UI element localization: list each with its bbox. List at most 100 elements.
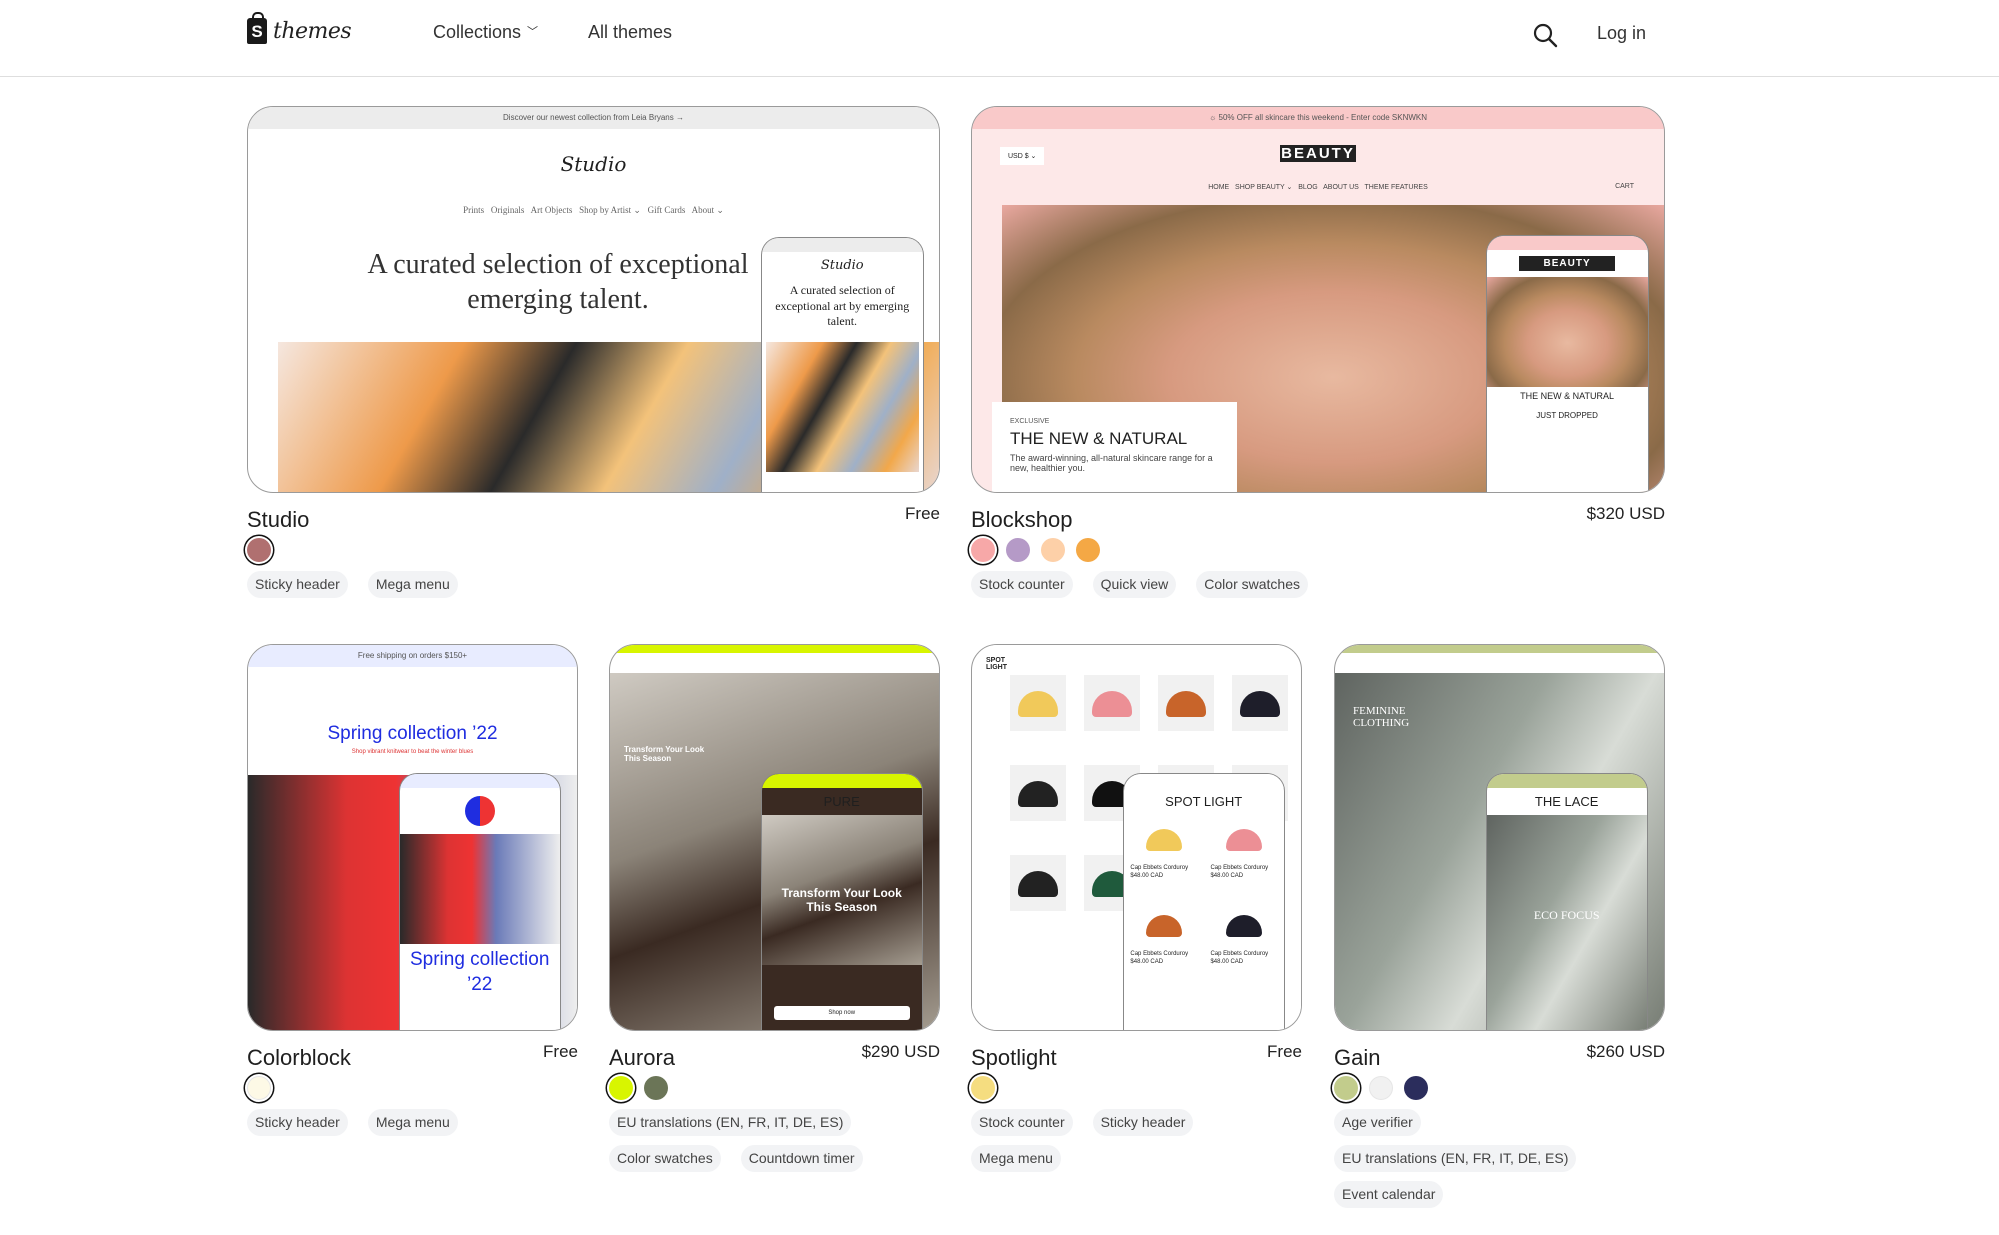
feature-tag: Sticky header	[1092, 1109, 1194, 1136]
mobile-image	[399, 834, 560, 944]
feature-tag: Stock counter	[971, 1109, 1073, 1136]
color-swatch[interactable]	[1334, 1076, 1358, 1100]
nav-collections[interactable]: Collections ﹀	[433, 22, 538, 43]
feature-tag: Sticky header	[247, 1109, 348, 1136]
preview-eyebrow: EXCLUSIVE	[1010, 418, 1050, 425]
color-swatch[interactable]	[1041, 538, 1065, 562]
color-swatch[interactable]	[609, 1076, 633, 1100]
product-name: Cap Ebbets Corduroy	[1130, 951, 1189, 957]
theme-preview[interactable]: Free shipping on orders $150+ Spring coll…	[247, 644, 578, 1031]
preview-currency: USD $ ⌄	[1000, 147, 1045, 165]
theme-preview[interactable]: FEMININE CLOTHING THE LACE ECO FOCUS	[1334, 644, 1665, 1031]
shopify-themes-logo[interactable]: S themes	[247, 12, 352, 44]
feature-tag: Mega menu	[971, 1145, 1061, 1172]
theme-preview[interactable]: ☼ 50% OFF all skincare this weekend - En…	[971, 106, 1665, 493]
feature-tag: Stock counter	[971, 571, 1073, 598]
mobile-shop-button[interactable]: Shop now	[773, 1006, 910, 1020]
feature-tag: Color swatches	[609, 1145, 721, 1172]
color-swatch[interactable]	[1369, 1076, 1393, 1100]
preview-announcement-bar: Free shipping on orders $150+	[248, 645, 577, 667]
mobile-image	[1486, 277, 1648, 387]
mobile-image	[765, 341, 919, 472]
preview-logo: SPOT LIGHT	[986, 657, 1007, 671]
feature-tag: Color swatches	[1196, 571, 1308, 598]
preview-sub: Shop vibrant knitwear to beat the winter…	[351, 749, 474, 755]
product-price: $48.00 CAD	[1130, 873, 1164, 879]
color-swatch[interactable]	[247, 1076, 271, 1100]
mobile-headline: Transform Your Look This Season	[781, 886, 902, 914]
preview-cart: CART	[1615, 183, 1634, 190]
mobile-announcement-bar	[1486, 774, 1647, 788]
mobile-headline: A curated selection of exceptional art b…	[775, 283, 910, 329]
theme-name[interactable]: Blockshop	[971, 507, 1073, 533]
mobile-logo-mark	[464, 796, 495, 826]
color-swatch[interactable]	[1404, 1076, 1428, 1100]
preview-announcement-bar	[972, 645, 1301, 653]
logo-text: themes	[273, 18, 352, 44]
preview-product-thumb	[1084, 675, 1140, 731]
theme-name[interactable]: Studio	[247, 507, 309, 533]
theme-name[interactable]: Gain	[1334, 1045, 1380, 1071]
preview-headline: Transform Your Look This Season	[624, 745, 705, 763]
preview-headline: FEMININE CLOTHING	[1353, 705, 1410, 729]
preview-promo-box: EXCLUSIVE THE NEW & NATURAL The award-winn…	[992, 402, 1237, 492]
theme-preview[interactable]: SPOT LIGHT SPOT LIGHT Cap Ebbets Corduroy $…	[971, 644, 1302, 1031]
theme-name[interactable]: Aurora	[609, 1045, 675, 1071]
color-swatch[interactable]	[971, 538, 995, 562]
preview-mobile-mockup: SPOT LIGHT Cap Ebbets Corduroy $48.00 CAD C…	[1122, 773, 1285, 1030]
cap-image	[1225, 915, 1262, 937]
preview-mobile-mockup: Studio A curated selection of exceptional…	[760, 237, 924, 492]
color-swatch[interactable]	[247, 538, 271, 562]
feature-tag: Sticky header	[247, 571, 348, 598]
cap-image	[1225, 829, 1262, 851]
nav-all-themes[interactable]: All themes	[588, 22, 672, 43]
chevron-down-icon: ﹀	[527, 26, 539, 38]
feature-tag: EU translations (EN, FR, IT, DE, ES)	[1334, 1145, 1577, 1172]
preview-announcement-bar	[1335, 645, 1664, 653]
theme-preview[interactable]: Transform Your Look This Season PURE Trans…	[609, 644, 940, 1031]
mobile-announcement-bar	[761, 774, 922, 788]
preview-headline: A curated selection of exceptional emerg…	[367, 249, 749, 315]
theme-price: $320 USD	[1586, 504, 1665, 523]
search-icon[interactable]	[1532, 22, 1558, 48]
theme-name[interactable]: Spotlight	[971, 1045, 1057, 1071]
preview-product-thumb	[1158, 675, 1214, 731]
theme-name[interactable]: Colorblock	[247, 1045, 351, 1071]
mobile-headline: Spring collection ’22	[409, 949, 550, 995]
preview-mobile-mockup: PURE Transform Your Look This Season Shop …	[760, 773, 923, 1030]
mobile-product: Cap Ebbets Corduroy $48.00 CAD	[1208, 819, 1279, 897]
preview-nav: Prints Originals Art Objects Shop by Art…	[463, 205, 724, 215]
mobile-logo: THE LACE	[1534, 794, 1599, 809]
feature-tag: EU translations (EN, FR, IT, DE, ES)	[609, 1109, 852, 1136]
nav-collections-label: Collections	[433, 22, 522, 42]
feature-tag: Event calendar	[1334, 1181, 1444, 1208]
color-swatch[interactable]	[971, 1076, 995, 1100]
product-price: $48.00 CAD	[1210, 873, 1244, 879]
cap-image	[1145, 915, 1182, 937]
login-link[interactable]: Log in	[1597, 23, 1646, 44]
mobile-announcement-bar	[1123, 774, 1284, 788]
color-swatch[interactable]	[1006, 538, 1030, 562]
preview-announcement-bar: ☼ 50% OFF all skincare this weekend - En…	[972, 107, 1664, 129]
mobile-headline: ECO FOCUS	[1533, 908, 1600, 922]
preview-product-thumb	[1010, 765, 1066, 821]
mobile-logo: BEAUTY	[1518, 256, 1616, 271]
cap-image	[1018, 871, 1058, 897]
feature-tag: Mega menu	[367, 1109, 458, 1136]
feature-tag: Countdown timer	[740, 1145, 863, 1172]
color-swatch[interactable]	[1076, 538, 1100, 562]
feature-tag: Age verifier	[1334, 1109, 1421, 1136]
feature-tag: Mega menu	[367, 571, 458, 598]
mobile-announcement-bar	[1486, 236, 1648, 250]
preview-logo: Studio	[560, 152, 627, 176]
mobile-product: Cap Ebbets Corduroy $48.00 CAD	[1128, 819, 1199, 897]
theme-preview[interactable]: Discover our newest collection from Leia…	[247, 106, 940, 493]
mobile-product: Cap Ebbets Corduroy $48.00 CAD	[1208, 905, 1279, 983]
theme-price: Free	[1267, 1042, 1302, 1061]
theme-price: Free	[543, 1042, 578, 1061]
preview-announcement-bar	[610, 645, 939, 653]
preview-product-thumb	[1010, 675, 1066, 731]
cap-image	[1145, 829, 1182, 851]
color-swatch[interactable]	[644, 1076, 668, 1100]
preview-mobile-mockup: Spring collection ’22	[398, 773, 561, 1030]
